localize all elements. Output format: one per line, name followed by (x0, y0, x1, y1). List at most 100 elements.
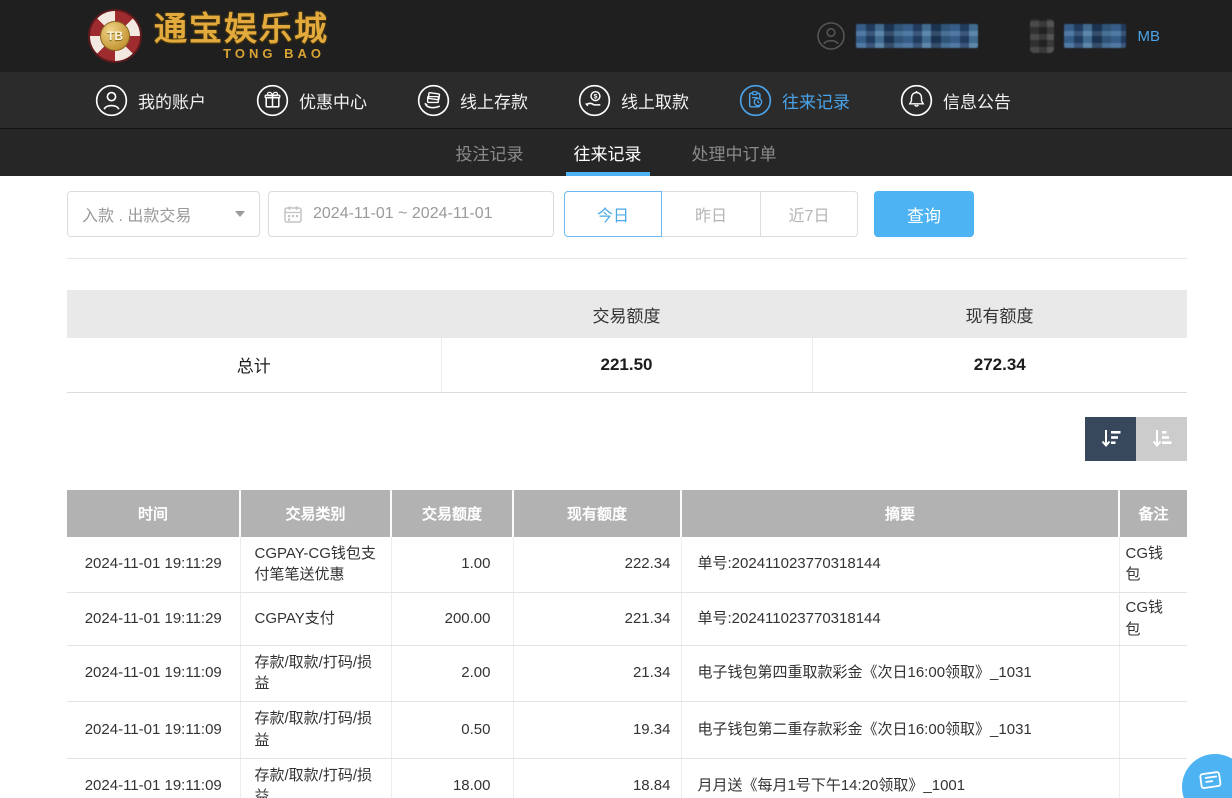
cell-balance: 21.34 (513, 645, 681, 702)
user-avatar-icon (816, 21, 846, 51)
quick-btn-last7days[interactable]: 近7日 (760, 191, 858, 237)
cell-amount: 1.00 (391, 537, 513, 593)
summary-transaction-total: 221.50 (441, 338, 812, 392)
record-subtabs: 投注记录 往来记录 处理中订单 (0, 128, 1232, 176)
cell-balance: 19.34 (513, 702, 681, 759)
nav-item-withdraw[interactable]: $ 线上取款 (578, 84, 689, 117)
cell-balance: 222.34 (513, 537, 681, 593)
customer-service-button[interactable] (1182, 754, 1232, 798)
brand-logo[interactable]: TB 通宝娱乐城 TONG BAO (88, 9, 329, 63)
col-header-balance: 现有额度 (513, 490, 681, 537)
summary-header-transaction: 交易额度 (441, 290, 812, 338)
bell-icon (900, 84, 933, 117)
table-row: 2024-11-01 19:11:09 存款/取款/打码/损益 2.00 21.… (67, 645, 1187, 702)
summary-header-empty (67, 290, 441, 338)
gift-icon (256, 84, 289, 117)
calendar-icon (283, 204, 303, 224)
table-row: 2024-11-01 19:11:29 CGPAY支付 200.00 221.3… (67, 593, 1187, 646)
summary-table: 交易额度 现有额度 总计 221.50 272.34 (67, 290, 1187, 393)
cell-amount: 200.00 (391, 593, 513, 646)
date-range-input[interactable]: 2024-11-01 ~ 2024-11-01 (268, 191, 554, 237)
cell-type: CGPAY支付 (240, 593, 391, 646)
col-header-note: 备注 (1119, 490, 1187, 537)
quick-btn-today[interactable]: 今日 (564, 191, 662, 237)
filter-bar: 入款 . 出款交易 2024-11-01 ~ 2024-11-01 今日 昨日 … (67, 191, 1187, 237)
cell-summary: 单号:202411023770318144 (681, 537, 1119, 593)
sort-ascending-button[interactable] (1136, 417, 1187, 461)
transaction-type-select[interactable]: 入款 . 出款交易 (67, 191, 260, 237)
records-clipboard-icon (739, 84, 772, 117)
quick-date-group: 今日 昨日 近7日 (564, 191, 858, 237)
nav-label: 优惠中心 (299, 88, 367, 113)
nav-label: 线上存款 (460, 88, 528, 113)
cell-note (1119, 645, 1187, 702)
cell-note (1119, 758, 1187, 798)
table-row: 2024-11-01 19:11:29 CGPAY-CG钱包支付笔笔送优惠 1.… (67, 537, 1187, 593)
nav-label: 信息公告 (943, 88, 1011, 113)
cell-amount: 0.50 (391, 702, 513, 759)
nav-label: 我的账户 (138, 88, 206, 113)
nav-item-my-account[interactable]: 我的账户 (95, 84, 206, 117)
cell-type: 存款/取款/打码/损益 (240, 702, 391, 759)
table-row: 2024-11-01 19:11:09 存款/取款/打码/损益 18.00 18… (67, 758, 1187, 798)
search-button[interactable]: 查询 (874, 191, 974, 237)
chevron-down-icon (235, 211, 245, 217)
section-divider (67, 258, 1187, 259)
sort-descending-button[interactable] (1085, 417, 1136, 461)
cell-summary: 月月送《每月1号下午14:20领取》_1001 (681, 758, 1119, 798)
cell-note (1119, 702, 1187, 759)
balance-redacted (1064, 24, 1126, 48)
cell-type: 存款/取款/打码/损益 (240, 645, 391, 702)
table-row: 2024-11-01 19:11:09 存款/取款/打码/损益 0.50 19.… (67, 702, 1187, 759)
cell-summary: 电子钱包第四重取款彩金《次日16:00领取》_1031 (681, 645, 1119, 702)
balance-icon-redacted (1030, 19, 1054, 53)
cell-time: 2024-11-01 19:11:29 (67, 537, 240, 593)
nav-label: 线上取款 (621, 88, 689, 113)
col-header-amount: 交易额度 (391, 490, 513, 537)
tab-transaction-records[interactable]: 往来记录 (572, 129, 644, 176)
main-nav: 我的账户 优惠中心 线上存款 $ 线上取款 (0, 72, 1232, 128)
balance-unit: MB (1138, 28, 1161, 45)
withdraw-hand-icon: $ (578, 84, 611, 117)
tab-betting-records[interactable]: 投注记录 (454, 129, 526, 176)
cell-summary: 电子钱包第二重存款彩金《次日16:00领取》_1031 (681, 702, 1119, 759)
col-header-type: 交易类别 (240, 490, 391, 537)
tab-pending-orders[interactable]: 处理中订单 (690, 129, 779, 176)
chat-card-icon (1198, 768, 1224, 794)
summary-header-balance: 现有额度 (812, 290, 1187, 338)
cell-type: CGPAY-CG钱包支付笔笔送优惠 (240, 537, 391, 593)
summary-balance-total: 272.34 (812, 338, 1187, 392)
cell-note: CG钱包 (1119, 537, 1187, 593)
sort-ascending-icon (1148, 425, 1176, 453)
balance-summary[interactable]: MB (1030, 19, 1161, 53)
username-redacted (856, 24, 978, 48)
cell-amount: 18.00 (391, 758, 513, 798)
cell-note: CG钱包 (1119, 593, 1187, 646)
sort-controls (67, 417, 1187, 461)
cell-time: 2024-11-01 19:11:09 (67, 645, 240, 702)
nav-item-deposit[interactable]: 线上存款 (417, 84, 528, 117)
cell-type: 存款/取款/打码/损益 (240, 758, 391, 798)
nav-item-promotions[interactable]: 优惠中心 (256, 84, 367, 117)
casino-chip-icon: TB (88, 9, 142, 63)
user-account-summary[interactable] (816, 21, 978, 51)
chip-monogram: TB (100, 21, 130, 51)
nav-item-transaction-records[interactable]: 往来记录 (739, 84, 850, 117)
transaction-type-value: 入款 . 出款交易 (82, 202, 191, 226)
quick-btn-yesterday[interactable]: 昨日 (662, 191, 760, 237)
cell-balance: 18.84 (513, 758, 681, 798)
brand-name-cn: 通宝娱乐城 (154, 12, 329, 45)
nav-item-announcements[interactable]: 信息公告 (900, 84, 1011, 117)
col-header-summary: 摘要 (681, 490, 1119, 537)
brand-name-en: TONG BAO (223, 47, 325, 60)
sort-descending-icon (1097, 425, 1125, 453)
records-table: 时间 交易类别 交易额度 现有额度 摘要 备注 2024-11-01 19:11… (67, 490, 1187, 798)
cell-summary: 单号:202411023770318144 (681, 593, 1119, 646)
cell-time: 2024-11-01 19:11:09 (67, 758, 240, 798)
date-range-value: 2024-11-01 ~ 2024-11-01 (313, 205, 493, 223)
cell-balance: 221.34 (513, 593, 681, 646)
col-header-time: 时间 (67, 490, 240, 537)
top-header: TB 通宝娱乐城 TONG BAO MB (0, 0, 1232, 72)
summary-total-label: 总计 (67, 338, 441, 392)
cell-amount: 2.00 (391, 645, 513, 702)
